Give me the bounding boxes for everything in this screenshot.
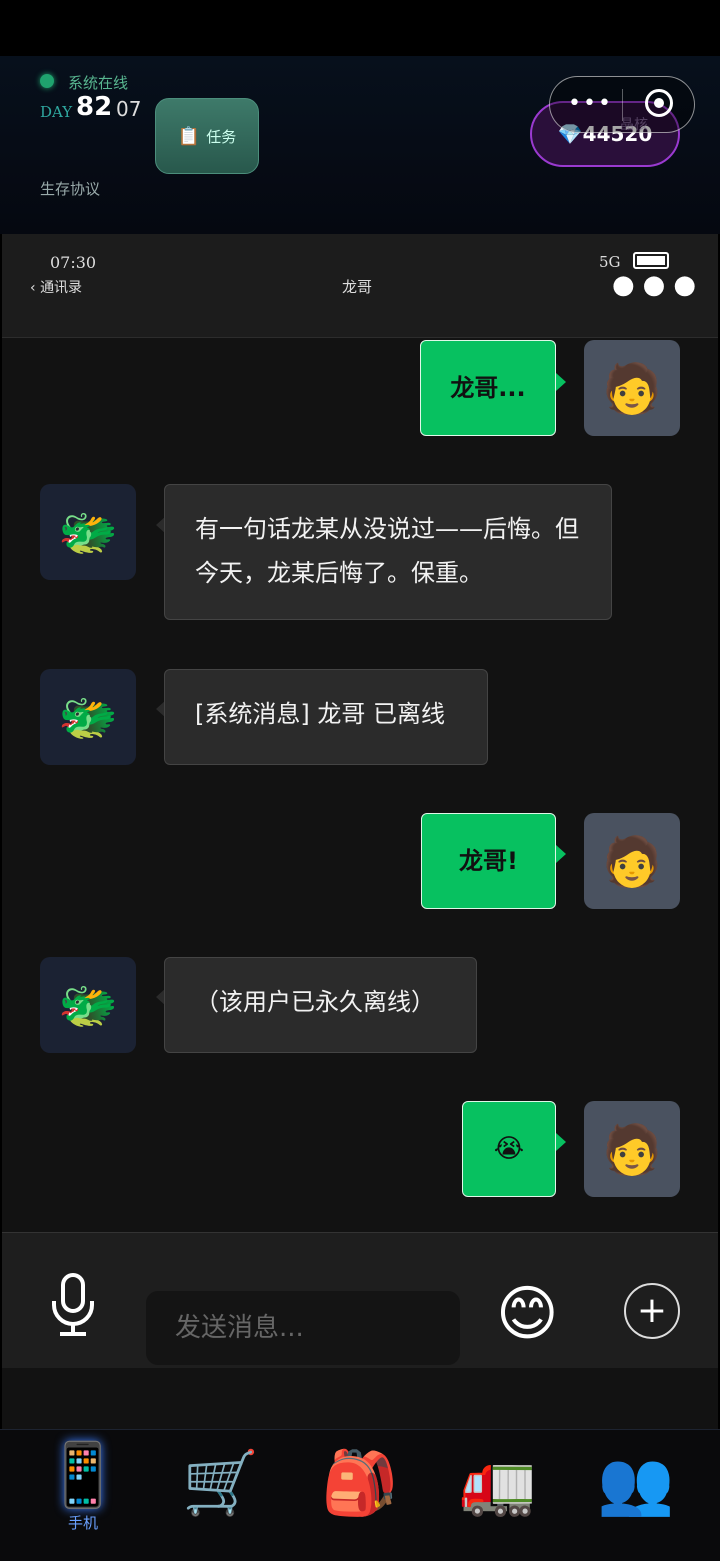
people-icon: 👥 bbox=[597, 1446, 675, 1519]
backpack-icon: 🎒 bbox=[321, 1446, 399, 1519]
more-menu-icon[interactable]: ••• bbox=[568, 93, 613, 115]
truck-icon: 🚛 bbox=[459, 1446, 537, 1519]
back-to-contacts-button[interactable]: ‹ 通讯录 bbox=[30, 277, 82, 297]
battery-icon bbox=[633, 252, 669, 269]
task-button-label: 任务 bbox=[206, 127, 237, 146]
nav-backpack[interactable]: 🎒 bbox=[288, 1430, 432, 1561]
day-sub: 07 bbox=[116, 97, 142, 121]
nav-phone-label: 手机 bbox=[67, 1514, 98, 1532]
task-button[interactable]: 📋 任务 bbox=[155, 98, 259, 174]
message-bubble-outgoing: 😭 bbox=[462, 1101, 556, 1197]
nav-contacts[interactable]: 👥 bbox=[564, 1430, 708, 1561]
phone-time: 07:30 bbox=[50, 253, 97, 272]
capsule-divider bbox=[622, 89, 623, 121]
bubble-tail bbox=[556, 1133, 566, 1151]
chat-title: 龙哥 bbox=[342, 278, 373, 296]
protocol-link[interactable]: 生存协议 bbox=[40, 178, 100, 199]
emoji-icon[interactable]: 😊 bbox=[496, 1281, 559, 1347]
phone-icon: 📱 bbox=[44, 1438, 122, 1511]
nav-truck[interactable]: 🚛 bbox=[426, 1430, 570, 1561]
bubble-tail bbox=[556, 373, 566, 391]
contact-avatar[interactable]: 🐲 bbox=[40, 484, 136, 580]
mini-program-capsule: ••• bbox=[549, 76, 695, 133]
message-bubble-outgoing: 龙哥... bbox=[420, 340, 556, 436]
nav-shop[interactable]: 🛒 bbox=[149, 1430, 293, 1561]
signal-indicator: 5G bbox=[599, 253, 621, 271]
message-bubble-incoming: （该用户已永久离线） bbox=[164, 957, 477, 1053]
plus-icon[interactable]: + bbox=[624, 1283, 680, 1339]
clipboard-icon: 📋 bbox=[177, 125, 201, 147]
chat-more-icon[interactable]: ●●● bbox=[612, 272, 704, 298]
chevron-left-icon: ‹ bbox=[30, 280, 36, 296]
day-number: 82 bbox=[76, 92, 113, 122]
message-bubble-incoming: 有一句话龙某从没说过——后悔。但今天，龙某后悔了。保重。 bbox=[164, 484, 612, 620]
online-status-text: 系统在线 bbox=[68, 74, 129, 92]
my-avatar[interactable]: 🧑 bbox=[584, 1101, 680, 1197]
nav-phone[interactable]: 📱 手机 bbox=[11, 1430, 155, 1561]
message-bubble-outgoing: 龙哥! bbox=[421, 813, 556, 909]
contact-avatar[interactable]: 🐲 bbox=[40, 669, 136, 765]
my-avatar[interactable]: 🧑 bbox=[584, 340, 680, 436]
online-indicator bbox=[40, 74, 54, 88]
bottom-navigation: 📱 手机 🛒 🎒 🚛 👥 bbox=[0, 1429, 720, 1561]
bubble-tail bbox=[556, 845, 566, 863]
message-bubble-incoming: [系统消息] 龙哥 已离线 bbox=[164, 669, 488, 765]
microphone-icon[interactable] bbox=[50, 1273, 96, 1337]
contact-avatar[interactable]: 🐲 bbox=[40, 957, 136, 1053]
message-input[interactable]: 发送消息... bbox=[146, 1291, 460, 1365]
message-composer: 发送消息... 😊 + bbox=[2, 1232, 718, 1368]
chat-phone-window: 07:30 ‹ 通讯录 龙哥 5G ●●● 龙哥... 🧑 🐲 有一句话龙某从没… bbox=[2, 234, 718, 1429]
back-label: 通讯录 bbox=[40, 280, 83, 296]
close-target-icon[interactable] bbox=[645, 89, 673, 117]
day-label: DAY bbox=[40, 103, 73, 121]
shopping-cart-icon: 🛒 bbox=[182, 1446, 260, 1519]
my-avatar[interactable]: 🧑 bbox=[584, 813, 680, 909]
